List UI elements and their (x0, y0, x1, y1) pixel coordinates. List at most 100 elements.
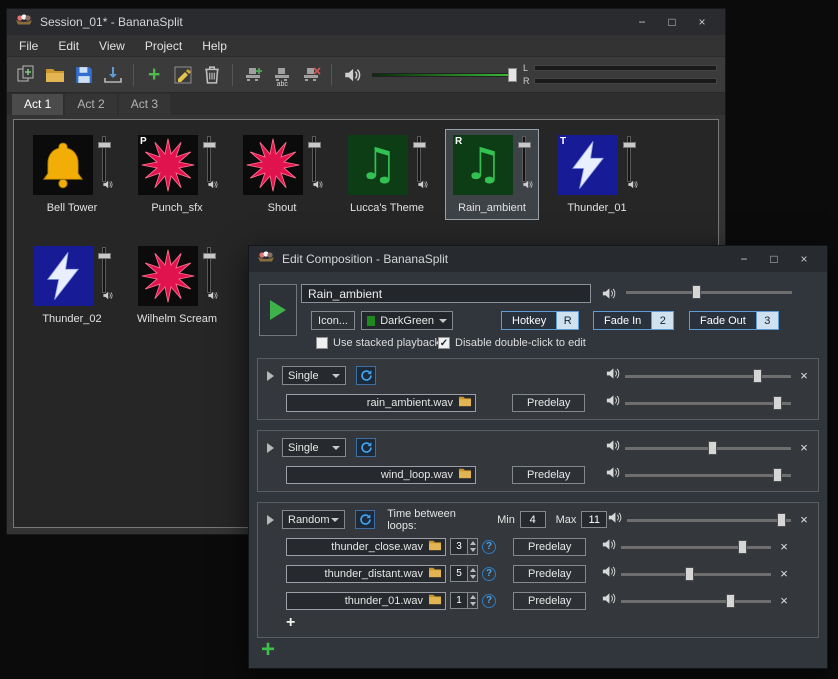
track-mode-select[interactable]: Single (282, 438, 346, 457)
fade-in-button[interactable]: Fade In 2 (593, 311, 674, 330)
import-button[interactable] (102, 63, 124, 87)
expand-icon[interactable] (267, 443, 274, 453)
loop-sync-button[interactable] (356, 366, 376, 385)
remove-file-button[interactable]: × (776, 594, 792, 607)
spin-up-icon[interactable] (468, 566, 477, 574)
checkbox-unchecked[interactable] (316, 337, 328, 349)
speaker-icon[interactable] (607, 510, 622, 530)
help-icon[interactable]: ? (482, 594, 496, 608)
loop-sync-button[interactable] (356, 438, 376, 457)
menu-project[interactable]: Project (145, 39, 182, 53)
file-volume-slider[interactable] (625, 468, 791, 482)
sound-tile-luccas-theme[interactable]: ♫ Lucca's Theme (341, 130, 433, 219)
sound-tile-shout[interactable]: Shout (236, 130, 328, 219)
spin-down-icon[interactable] (468, 547, 477, 555)
menu-view[interactable]: View (99, 39, 125, 53)
sound-tile-rain-ambient[interactable]: R ♫ Rain_ambient (446, 130, 538, 219)
hotkey-remove-button[interactable] (300, 63, 322, 87)
file-volume-slider[interactable] (621, 594, 771, 608)
spin-down-icon[interactable] (468, 574, 477, 582)
track-volume-slider[interactable] (625, 369, 791, 383)
folder-icon[interactable] (428, 566, 442, 581)
track-volume-slider[interactable] (627, 513, 791, 527)
folder-icon[interactable] (458, 467, 472, 482)
file-volume-slider[interactable] (621, 540, 771, 554)
track-mode-select[interactable]: Random (282, 510, 345, 529)
menu-help[interactable]: Help (202, 39, 227, 53)
minimize-button[interactable]: − (729, 249, 759, 269)
max-input[interactable]: 11 (581, 511, 607, 528)
tab-act-2[interactable]: Act 2 (65, 94, 116, 115)
fade-in-value[interactable]: 2 (652, 311, 674, 330)
remove-track-button[interactable]: × (796, 369, 812, 382)
disable-doubleclick-checkbox[interactable]: ✓ Disable double-click to edit (438, 337, 586, 349)
predelay-button[interactable]: Predelay (512, 394, 585, 412)
file-volume-slider[interactable] (621, 567, 771, 581)
hotkey-button[interactable]: Hotkey R (501, 311, 579, 330)
minimize-button[interactable]: − (627, 12, 657, 32)
speaker-icon[interactable] (601, 286, 616, 306)
help-icon[interactable]: ? (482, 540, 496, 554)
hotkey-abc-button[interactable]: abc (271, 63, 293, 87)
file-path-input[interactable]: thunder_01.wav (286, 592, 446, 610)
track-mode-select[interactable]: Single (282, 366, 346, 385)
weight-value[interactable]: 1 (450, 592, 468, 609)
tab-act-1[interactable]: Act 1 (12, 94, 63, 115)
play-button[interactable] (259, 284, 297, 336)
predelay-button[interactable]: Predelay (512, 466, 585, 484)
file-path-input[interactable]: rain_ambient.wav (286, 394, 476, 412)
edit-sound-button[interactable] (172, 63, 194, 87)
sound-tile-thunder-02[interactable]: Thunder_02 (26, 241, 118, 330)
menu-edit[interactable]: Edit (58, 39, 79, 53)
sound-tile-wilhelm-scream[interactable]: Wilhelm Scream (131, 241, 223, 330)
folder-icon[interactable] (428, 593, 442, 608)
new-session-button[interactable] (15, 63, 37, 87)
spin-up-icon[interactable] (468, 539, 477, 547)
color-select[interactable]: DarkGreen (361, 311, 453, 330)
slider-handle[interactable] (508, 68, 517, 82)
save-session-button[interactable] (73, 63, 95, 87)
stacked-playback-checkbox[interactable]: Use stacked playback (316, 337, 440, 349)
maximize-button[interactable]: □ (759, 249, 789, 269)
fade-out-button[interactable]: Fade Out 3 (689, 311, 779, 330)
speaker-icon[interactable] (605, 438, 620, 458)
loop-sync-button[interactable] (355, 510, 375, 529)
icon-button[interactable]: Icon... (311, 311, 355, 330)
checkbox-checked[interactable]: ✓ (438, 337, 450, 349)
weight-spinner[interactable]: 1 (450, 592, 478, 609)
speaker-icon[interactable] (605, 366, 620, 386)
speaker-icon[interactable] (601, 591, 616, 611)
speaker-icon[interactable] (601, 537, 616, 557)
file-path-input[interactable]: thunder_close.wav (286, 538, 446, 556)
remove-track-button[interactable]: × (796, 513, 812, 526)
hotkey-add-button[interactable] (242, 63, 264, 87)
predelay-button[interactable]: Predelay (513, 592, 586, 610)
master-mute-button[interactable] (341, 63, 363, 87)
menu-file[interactable]: File (19, 39, 38, 53)
min-input[interactable]: 4 (520, 511, 546, 528)
weight-value[interactable]: 5 (450, 565, 468, 582)
expand-icon[interactable] (267, 515, 274, 525)
close-button[interactable]: × (687, 12, 717, 32)
sound-tile-punch-sfx[interactable]: P Punch_sfx (131, 130, 223, 219)
file-volume-slider[interactable] (625, 396, 791, 410)
sound-tile-thunder-01[interactable]: T Thunder_01 (551, 130, 643, 219)
help-icon[interactable]: ? (482, 567, 496, 581)
master-volume-slider[interactable] (372, 68, 510, 82)
tab-act-3[interactable]: Act 3 (119, 94, 170, 115)
spin-down-icon[interactable] (468, 601, 477, 609)
file-path-input[interactable]: thunder_distant.wav (286, 565, 446, 583)
dialog-titlebar[interactable]: Edit Composition - BananaSplit − □ × (249, 246, 827, 272)
delete-sound-button[interactable] (201, 63, 223, 87)
main-titlebar[interactable]: Session_01* - BananaSplit − □ × (7, 9, 725, 35)
maximize-button[interactable]: □ (657, 12, 687, 32)
file-path-input[interactable]: wind_loop.wav (286, 466, 476, 484)
speaker-icon[interactable] (605, 465, 620, 485)
weight-value[interactable]: 3 (450, 538, 468, 555)
open-session-button[interactable] (44, 63, 66, 87)
add-sound-button[interactable]: + (143, 63, 165, 87)
sound-tile-bell-tower[interactable]: Bell Tower (26, 130, 118, 219)
folder-icon[interactable] (428, 539, 442, 554)
weight-spinner[interactable]: 3 (450, 538, 478, 555)
weight-spinner[interactable]: 5 (450, 565, 478, 582)
